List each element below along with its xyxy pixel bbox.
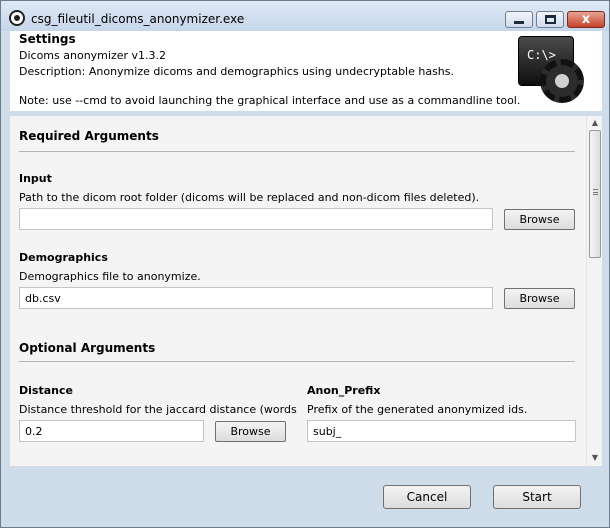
demographics-description: Demographics file to anonymize. xyxy=(19,270,201,283)
demographics-field[interactable] xyxy=(19,287,493,309)
settings-title: Settings xyxy=(19,32,76,46)
settings-header: Settings Dicoms anonymizer v1.3.2 Descri… xyxy=(10,31,602,111)
distance-browse-button[interactable]: Browse xyxy=(215,421,286,442)
maximize-icon xyxy=(544,15,556,24)
cmd-note: Note: use --cmd to avoid launching the g… xyxy=(19,94,521,107)
minimize-button[interactable] xyxy=(505,11,533,28)
distance-field[interactable] xyxy=(19,420,204,442)
start-button[interactable]: Start xyxy=(493,485,581,509)
input-path-field[interactable] xyxy=(19,208,493,230)
demographics-label: Demographics xyxy=(19,251,108,264)
scroll-down-icon[interactable]: ▼ xyxy=(589,452,601,464)
vertical-scrollbar[interactable]: ▲ ▼ xyxy=(586,116,602,466)
app-icon xyxy=(9,10,25,26)
app-description: Description: Anonymize dicoms and demogr… xyxy=(19,65,455,78)
input-label: Input xyxy=(19,172,52,185)
optional-divider xyxy=(19,361,575,362)
optional-arguments-heading: Optional Arguments xyxy=(19,341,156,355)
gear-icon xyxy=(540,59,584,103)
close-button[interactable]: x xyxy=(567,11,605,28)
close-icon: x xyxy=(581,12,591,27)
minimize-icon xyxy=(514,21,524,24)
app-window: csg_fileutil_dicoms_anonymizer.exe x Set… xyxy=(0,0,610,528)
scroll-thumb[interactable] xyxy=(589,130,601,258)
maximize-button[interactable] xyxy=(536,11,564,28)
app-version: Dicoms anonymizer v1.3.2 xyxy=(19,49,167,62)
scroll-up-icon[interactable]: ▲ xyxy=(589,117,601,129)
cancel-button[interactable]: Cancel xyxy=(383,485,471,509)
distance-description: Distance threshold for the jaccard dista… xyxy=(19,403,297,416)
title-bar[interactable]: csg_fileutil_dicoms_anonymizer.exe x xyxy=(1,1,609,31)
input-browse-button[interactable]: Browse xyxy=(504,209,575,230)
required-arguments-heading: Required Arguments xyxy=(19,129,159,143)
demographics-browse-button[interactable]: Browse xyxy=(504,288,575,309)
distance-label: Distance xyxy=(19,384,73,397)
window-title: csg_fileutil_dicoms_anonymizer.exe xyxy=(31,12,245,26)
scroll-grip-icon xyxy=(593,189,598,195)
required-divider xyxy=(19,151,575,152)
arguments-panel: Required Arguments Input Path to the dic… xyxy=(10,116,602,466)
anon-prefix-label: Anon_Prefix xyxy=(307,384,381,397)
anon-prefix-field[interactable] xyxy=(307,420,576,442)
input-description: Path to the dicom root folder (dicoms wi… xyxy=(19,191,480,204)
anon-prefix-description: Prefix of the generated anonymized ids. xyxy=(307,403,528,416)
